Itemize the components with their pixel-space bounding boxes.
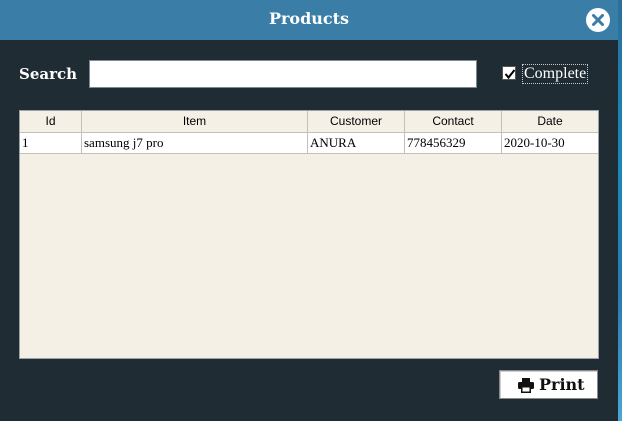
products-table[interactable]: Id Item Customer Contact Date 1 samsung … — [19, 110, 599, 359]
complete-label[interactable]: Complete — [522, 64, 589, 84]
table-header: Id Item Customer Contact Date — [20, 111, 598, 133]
cell-id: 1 — [20, 133, 82, 153]
desktop-edge — [618, 0, 622, 421]
print-label: Print — [539, 375, 585, 394]
cell-date: 2020-10-30 — [504, 135, 565, 150]
close-icon — [592, 14, 604, 26]
cell-customer: ANURA — [308, 133, 405, 153]
cell-item: samsung j7 pro — [82, 133, 308, 153]
title-bar: Products — [0, 0, 618, 40]
complete-checkbox[interactable] — [502, 66, 516, 80]
column-header-customer[interactable]: Customer — [308, 111, 405, 132]
close-button[interactable] — [586, 8, 610, 32]
printer-icon — [518, 378, 534, 393]
print-button[interactable]: Print — [499, 370, 598, 399]
column-header-id[interactable]: Id — [20, 111, 82, 132]
checkmark-icon — [504, 69, 516, 80]
column-header-date[interactable]: Date — [502, 111, 598, 132]
cell-contact: 778456329 — [405, 133, 502, 153]
search-input[interactable] — [89, 60, 477, 88]
search-label: Search — [19, 65, 78, 83]
column-header-contact[interactable]: Contact — [405, 111, 502, 132]
column-header-item[interactable]: Item — [82, 111, 308, 132]
table-row[interactable]: 1 samsung j7 pro ANURA 778456329 2020-10… — [20, 133, 598, 154]
complete-checkbox-group[interactable]: Complete — [502, 64, 595, 84]
window-title: Products — [268, 9, 350, 28]
